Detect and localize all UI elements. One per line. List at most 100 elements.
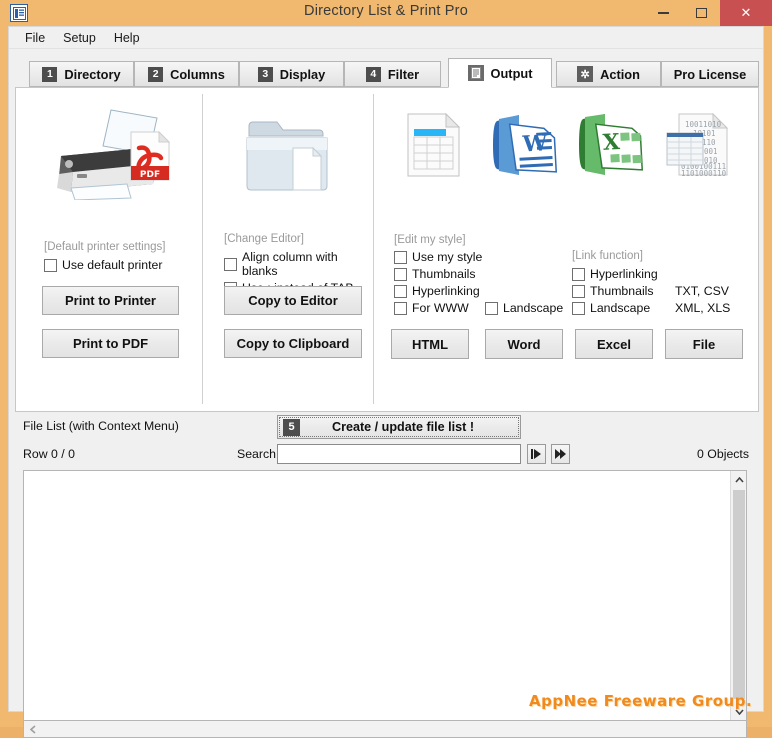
menu-item-setup[interactable]: Setup [55, 28, 104, 48]
output-panel: PDF [Default printer settings] Use defau… [15, 87, 759, 412]
tab-columns[interactable]: 2 Columns [134, 61, 239, 87]
excel-export-button[interactable]: Excel [575, 329, 653, 359]
format-note-xml-xls: XML, XLS [675, 301, 731, 315]
tab-number-badge: 1 [42, 66, 58, 82]
tab-filter[interactable]: 4 Filter [344, 61, 441, 87]
minimize-button[interactable] [644, 0, 682, 26]
checkbox-label: Hyperlinking [590, 267, 658, 281]
format-note-txt-csv: TXT, CSV [675, 284, 729, 298]
checkbox-label: Use default printer [62, 258, 163, 272]
checkbox-for-www[interactable]: For WWW [394, 301, 482, 315]
edit-my-style-link[interactable]: [Edit my style] [394, 234, 466, 246]
checkbox-thumbnails-file[interactable]: Thumbnails [572, 284, 658, 298]
copy-to-editor-button[interactable]: Copy to Editor [224, 286, 362, 315]
checkbox-thumbnails-html[interactable]: Thumbnails [394, 267, 482, 281]
search-input[interactable] [277, 444, 521, 464]
change-editor-link[interactable]: [Change Editor] [224, 233, 304, 245]
search-next-button[interactable] [527, 444, 546, 464]
gear-icon: ✲ [577, 66, 594, 82]
checkbox-box[interactable] [572, 301, 585, 315]
word-export-button[interactable]: Word [485, 329, 563, 359]
tab-pro-license[interactable]: Pro License [661, 61, 759, 87]
checkbox-label: For WWW [412, 301, 469, 315]
tab-action[interactable]: ✲ Action [556, 61, 661, 87]
checkbox-hyperlinking-html[interactable]: Hyperlinking [394, 284, 482, 298]
document-icon [467, 65, 484, 81]
tab-label: Filter [387, 66, 420, 82]
search-label: Search [237, 447, 276, 461]
checkbox-box[interactable] [572, 267, 585, 281]
html-table-icon [402, 110, 466, 180]
folder-document-icon [241, 114, 336, 196]
export-column: W X 10011010 10101 10110 11001 10010 010… [374, 88, 759, 411]
checkbox-label: Thumbnails [412, 267, 476, 281]
checkbox-box[interactable] [394, 284, 407, 298]
svg-text:1101000110: 1101000110 [681, 169, 727, 178]
create-update-file-list-button[interactable]: 5 Create / update file list ! [277, 415, 521, 439]
tab-directory[interactable]: 1 Directory [29, 61, 134, 87]
close-button[interactable]: ✕ [720, 0, 772, 26]
checkbox-label: Use my style [412, 250, 483, 264]
checkbox-align-column-with-blanks[interactable]: Align column with blanks [224, 250, 373, 278]
link-function-link[interactable]: [Link function] [572, 250, 643, 262]
window-controls: ✕ [644, 0, 772, 26]
create-button-label: Create / update file list ! [331, 420, 475, 434]
binary-file-icon: 10011010 10101 10110 11001 10010 0100100… [664, 110, 736, 180]
app-window: Directory List & Print Pro ✕ File Setup … [0, 0, 772, 738]
checkbox-box[interactable] [485, 301, 498, 315]
editor-column: [Change Editor] Align column with blanks… [203, 88, 373, 411]
maximize-button[interactable] [682, 0, 720, 26]
tab-output[interactable]: Output [448, 58, 552, 88]
checkbox-use-default-printer[interactable]: Use default printer [44, 258, 162, 272]
chevron-left-icon[interactable] [24, 722, 41, 737]
tab-label: Action [600, 66, 640, 82]
tab-label: Columns [170, 66, 225, 82]
checkbox-box[interactable] [394, 301, 407, 315]
tab-number-badge: 4 [365, 66, 381, 82]
html-export-button[interactable]: HTML [391, 329, 469, 359]
svg-text:PDF: PDF [140, 170, 160, 180]
checkbox-landscape-file[interactable]: Landscape [572, 301, 658, 315]
checkbox-landscape-word[interactable]: Landscape [485, 301, 563, 315]
menu-item-help[interactable]: Help [106, 28, 148, 48]
file-list-label: File List (with Context Menu) [23, 419, 179, 433]
row-counter: Row 0 / 0 [23, 447, 75, 461]
file-list-area[interactable] [23, 470, 747, 721]
checkbox-box[interactable] [572, 284, 585, 298]
svg-text:10011010: 10011010 [685, 120, 722, 129]
print-to-pdf-button[interactable]: Print to PDF [42, 329, 179, 358]
menu-item-file[interactable]: File [17, 28, 53, 48]
word-icon: W [489, 110, 559, 180]
checkbox-box[interactable] [394, 250, 407, 264]
chevron-up-icon[interactable] [731, 471, 747, 488]
checkbox-box[interactable] [44, 258, 57, 272]
checkbox-label: Align column with blanks [242, 250, 338, 278]
svg-text:X: X [602, 129, 621, 156]
copy-to-clipboard-button[interactable]: Copy to Clipboard [224, 329, 362, 358]
checkbox-box[interactable] [394, 267, 407, 281]
client-area: File Setup Help 1 Directory 2 Columns 3 … [8, 26, 764, 738]
tab-display[interactable]: 3 Display [239, 61, 344, 87]
title-bar: Directory List & Print Pro ✕ [0, 0, 772, 26]
scrollbar-thumb[interactable] [733, 490, 745, 699]
tab-label: Output [490, 65, 533, 81]
tab-number-badge: 3 [257, 66, 273, 82]
menu-bar: File Setup Help [9, 27, 763, 49]
default-printer-settings-link[interactable]: [Default printer settings] [44, 241, 165, 253]
tab-label: Display [279, 66, 326, 82]
checkbox-label: Hyperlinking [412, 284, 480, 298]
search-last-button[interactable] [551, 444, 570, 464]
checkbox-hyperlinking-file[interactable]: Hyperlinking [572, 267, 658, 281]
print-to-printer-button[interactable]: Print to Printer [42, 286, 179, 315]
tab-number-badge: 2 [148, 66, 164, 82]
checkbox-box[interactable] [224, 257, 237, 271]
tab-label: Pro License [673, 66, 747, 82]
tab-strip: 1 Directory 2 Columns 3 Display 4 Filter… [15, 58, 759, 88]
file-export-button[interactable]: File [665, 329, 743, 359]
tab-label: Directory [64, 66, 121, 82]
step-number-badge: 5 [283, 418, 300, 436]
checkbox-label: Landscape [590, 301, 651, 315]
checkbox-use-my-style[interactable]: Use my style [394, 250, 482, 264]
horizontal-scrollbar[interactable] [23, 721, 747, 738]
vertical-scrollbar[interactable] [730, 471, 746, 720]
